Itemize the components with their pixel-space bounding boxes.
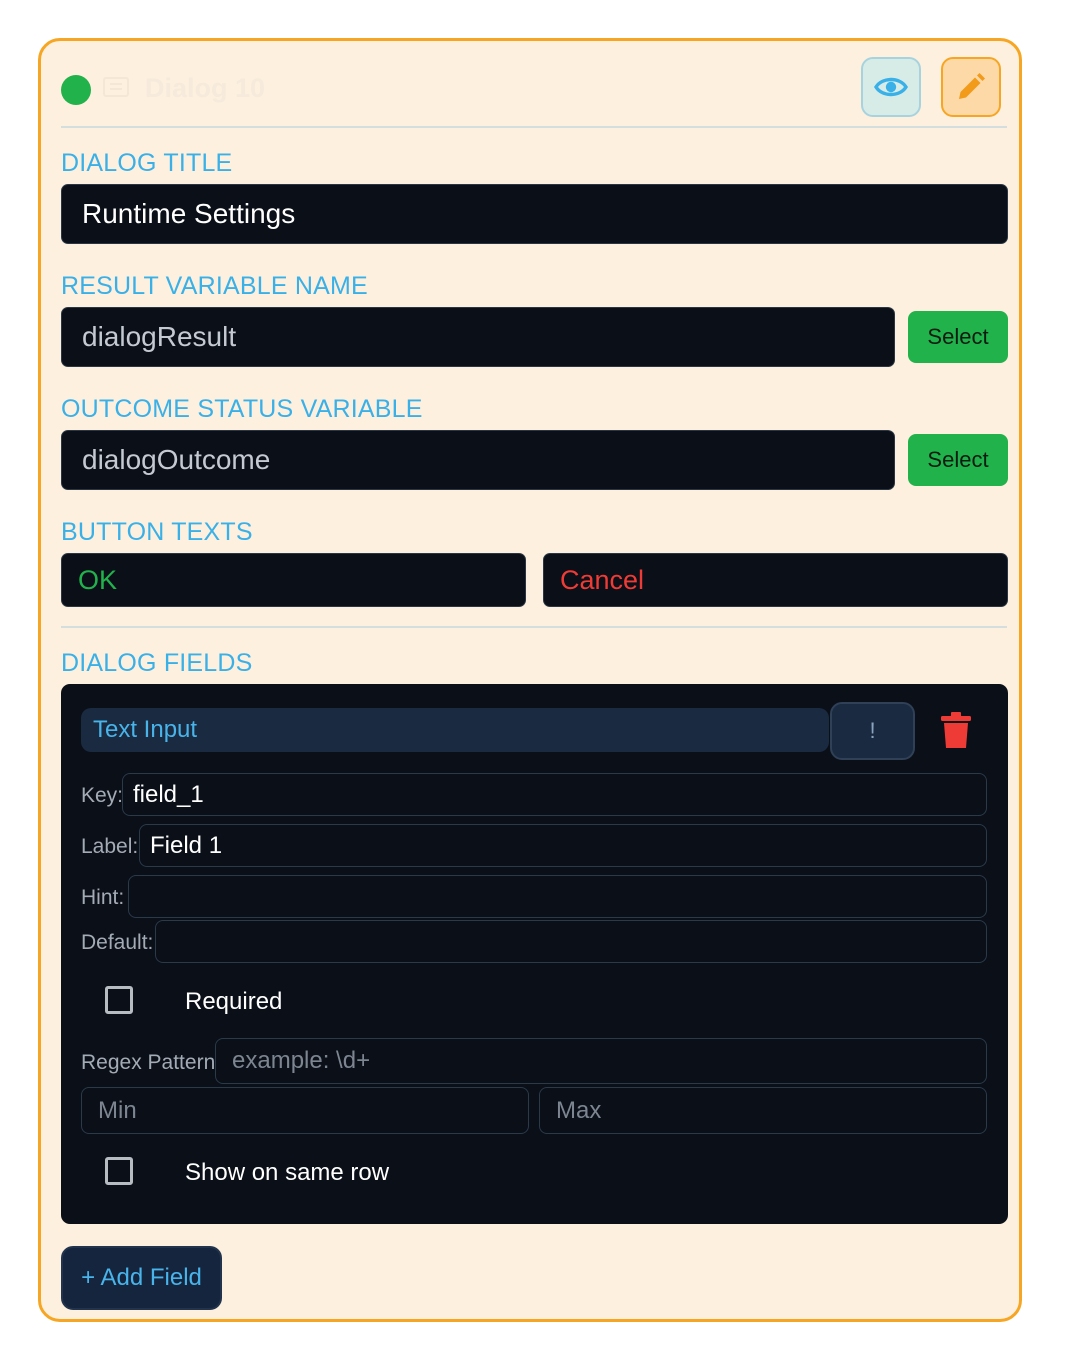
key-input[interactable]: field_1 xyxy=(122,773,987,816)
regex-input[interactable]: example: \d+ xyxy=(215,1038,987,1084)
dialog-icon xyxy=(103,77,129,97)
required-label: Required xyxy=(185,988,283,1015)
card-title: Dialog 10 xyxy=(145,73,266,103)
max-input[interactable]: Max xyxy=(539,1087,987,1134)
preview-button[interactable] xyxy=(861,57,921,117)
dialog-title-label: DIALOG TITLE xyxy=(61,149,233,177)
status-dot xyxy=(61,75,91,105)
default-label: Default: xyxy=(81,931,154,954)
same-row-label: Show on same row xyxy=(185,1159,390,1186)
result-select-button[interactable]: Select xyxy=(908,311,1008,363)
ok-text-input[interactable]: OK xyxy=(61,553,526,607)
field-type-selector[interactable]: Text Input xyxy=(81,708,829,752)
regex-label: Regex Pattern xyxy=(81,1051,216,1074)
trash-icon xyxy=(941,712,971,748)
result-variable-input[interactable]: dialogResult xyxy=(61,307,895,367)
button-texts-label: BUTTON TEXTS xyxy=(61,518,253,546)
hint-input[interactable] xyxy=(128,875,987,918)
key-label: Key: xyxy=(81,784,124,807)
default-input[interactable] xyxy=(155,920,987,963)
pencil-icon xyxy=(959,73,985,99)
header-divider xyxy=(61,126,1007,128)
outcome-variable-label: OUTCOME STATUS VARIABLE xyxy=(61,395,423,423)
cancel-text-input[interactable]: Cancel xyxy=(543,553,1008,607)
same-row-checkbox[interactable] xyxy=(105,1157,133,1185)
outcome-variable-input[interactable]: dialogOutcome xyxy=(61,430,895,490)
result-variable-label: RESULT VARIABLE NAME xyxy=(61,272,368,300)
eye-icon xyxy=(874,77,908,97)
dialog-fields-label: DIALOG FIELDS xyxy=(61,649,253,677)
min-input[interactable]: Min xyxy=(81,1087,529,1134)
field-validation-button[interactable]: ! xyxy=(830,702,915,760)
label-input[interactable]: Field 1 xyxy=(139,824,987,867)
dialog-title-input[interactable]: Runtime Settings xyxy=(61,184,1008,244)
dialog-card: Dialog 10 DIALOG TITLE Runtime Settings … xyxy=(38,38,1022,1322)
outcome-select-button[interactable]: Select xyxy=(908,434,1008,486)
add-field-button[interactable]: + Add Field xyxy=(61,1246,222,1310)
label-label: Label: xyxy=(81,835,139,858)
fields-divider xyxy=(61,626,1007,628)
hint-label: Hint: xyxy=(81,886,125,909)
edit-button[interactable] xyxy=(941,57,1001,117)
required-checkbox[interactable] xyxy=(105,986,133,1014)
delete-field-button[interactable] xyxy=(941,712,971,753)
field-editor-panel: Text Input ! Key: field_1 Label: Field 1… xyxy=(61,684,1008,1224)
